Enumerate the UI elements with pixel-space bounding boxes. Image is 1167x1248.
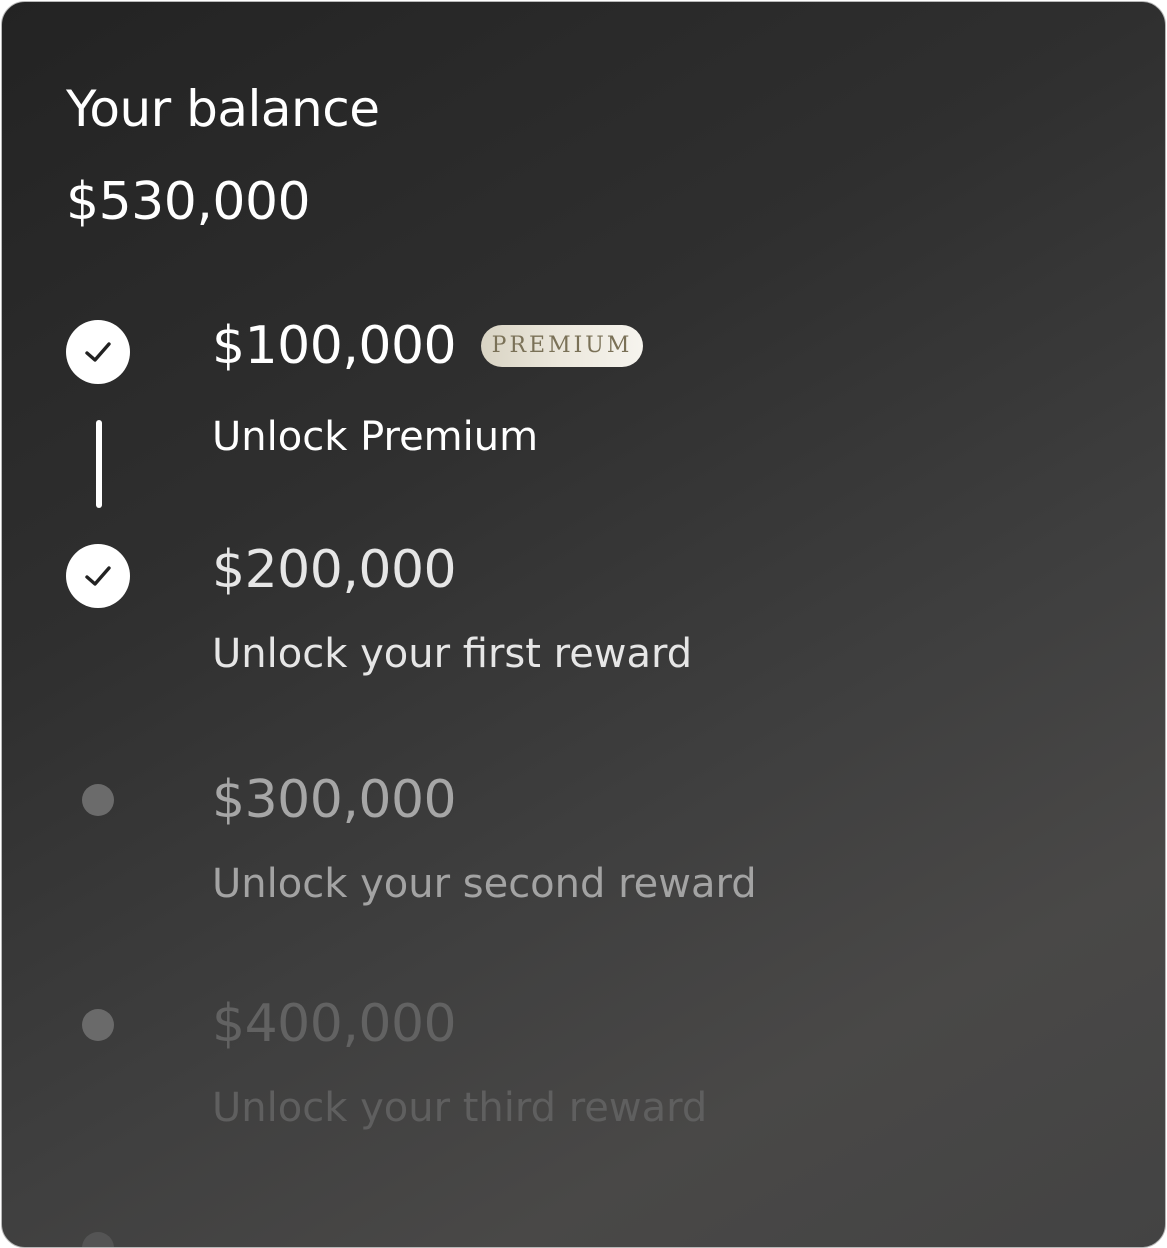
check-circle-icon [66, 544, 130, 608]
checkmark-icon [85, 566, 111, 586]
progress-connector [96, 420, 102, 508]
balance-card: Your balance $530,000 $100,000 PREMIUM U… [1, 1, 1166, 1248]
milestone-description: Unlock your second reward [212, 861, 757, 907]
milestone-description: Unlock Premium [212, 414, 539, 460]
balance-amount: $530,000 [66, 172, 311, 232]
milestone-amount: $200,000 [212, 540, 457, 600]
dot-icon [82, 1232, 114, 1247]
milestone-amount: $400,000 [212, 994, 457, 1054]
premium-badge: PREMIUM [481, 325, 643, 367]
milestone-description: Unlock your first reward [212, 631, 693, 677]
dot-icon [82, 1009, 114, 1041]
milestone-amount: $300,000 [212, 770, 457, 830]
dot-icon [82, 784, 114, 816]
milestone-amount: $100,000 [212, 316, 457, 376]
checkmark-icon [85, 342, 111, 362]
check-circle-icon [66, 320, 130, 384]
milestone-description: Unlock your third reward [212, 1085, 708, 1131]
card-title: Your balance [66, 80, 380, 138]
